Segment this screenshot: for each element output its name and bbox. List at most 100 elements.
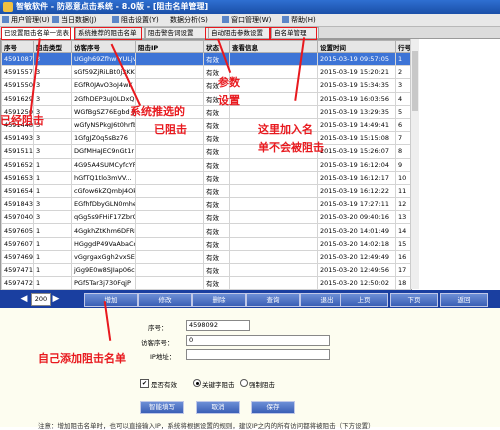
table-row[interactable]: 4597607 1 HGggdP49VaAbaCcf 有效 2015-03-20 14:… [1,236,411,251]
table-row[interactable]: 4597469 1 vGgrgaxGgh2vxSE3 有效 2015-03-20 12:… [1,249,411,265]
annotation-add-manually: 自己添加阻击名单 [38,352,126,365]
table-row[interactable]: 4591843 3 EGfhfDbyGLN0mheS 有效 2015-03-19 17:… [1,197,411,212]
table-cell: 2015-03-20 12:50:02 [317,276,396,290]
table-cell [135,157,204,172]
prev-page-button[interactable]: 上页 [340,293,388,307]
table-cell: 1 [33,262,72,278]
table-row[interactable]: 4597472 1 PGf5Tar3j730FqjP 有效 2015-03-20 12:… [1,276,411,290]
table-cell [135,262,204,278]
back-button[interactable]: 返回 [440,293,488,307]
table-cell: 4591629 [1,91,34,106]
next-page-button[interactable]: 下页 [390,293,438,307]
column-header[interactable]: 阻击IP [135,40,204,53]
table-row[interactable]: 4591511 3 DGfMHaJEC9nGt1r 有效 2015-03-19 15:2… [1,144,411,159]
table-cell: 1 [33,170,72,185]
menu-block-settings[interactable]: 阻击设置(Y) [112,15,159,25]
visitor-field[interactable]: 0 [186,335,330,346]
note-text: 注意：增加阻击名单时，也可以直接输入IP，系统将根据设置的规则，建议IP之内的所… [38,422,375,430]
table-cell: 有效 [203,236,230,251]
data-icon [52,16,59,23]
annotation-box-tab1 [1,27,71,40]
table-cell [229,183,318,199]
ip-field[interactable] [186,349,330,360]
table-cell: 4591087 [1,51,34,67]
table-cell: 2015-03-19 15:26:07 [317,144,396,159]
table-cell: 2015-03-19 16:12:17 [317,170,396,185]
vertical-scrollbar[interactable] [410,39,419,289]
app-icon [3,2,13,12]
ip-label: IP地址： [150,353,176,361]
table-row[interactable]: 4591652 1 4G95A4SUMCyfcYF 有效 2015-03-19 16:1… [1,157,411,172]
table-row[interactable]: 4591493 3 1GfgJZ0q5sBz76 有效 2015-03-19 15:15… [1,131,411,146]
table-cell [229,236,318,251]
table-cell: 2015-03-19 13:29:35 [317,104,396,119]
save-button[interactable]: 保存 [251,401,295,414]
table-cell: 2015-03-19 16:12:22 [317,183,396,199]
menu-bar: 用户管理(U) 当日数据(J) 阻击设置(Y) 数据分析(S) 窗口管理(W) … [0,14,500,27]
table-row[interactable]: 459760514GgkhZtKhm6DFREo 有效 2015-03-20 14:… [1,223,411,238]
table-cell: 4591654 [1,183,34,199]
table-row[interactable]: 4591653 1 hGfTQ1tlo3mVV... 有效 2015-03-19 16:… [1,170,411,185]
force-radio[interactable] [240,379,248,387]
menu-analysis[interactable]: 数据分析(S) [170,15,208,25]
annotation-already-blocked: 已经阻击 [0,114,44,127]
table-cell: 2015-03-19 14:49:41 [317,117,396,133]
next-arrow-icon[interactable]: ▶ [50,293,62,305]
table-row[interactable]: 4591448 3 wGfyNSPkgJ6t0hrfb 有效 2015-03-19 14… [1,117,411,133]
table-cell: 3 [33,65,72,80]
table-row[interactable]: 4591087 3 UGgh69Zfhw YULjvc 有效 2015-03-19 09… [1,51,411,67]
cancel-button[interactable]: 取消 [196,401,240,414]
table-row[interactable]: 4591629 3 2GfhDEP3uJ0LDxQ 有效 2015-03-19 16:0… [1,91,411,106]
table-cell: hGfTQ1tlo3mVV... [71,170,136,185]
annotation-box-tab5 [270,27,317,40]
table-cell: 有效 [203,117,230,133]
table-cell: 有效 [203,210,230,225]
prev-arrow-icon[interactable]: ◀ [18,293,30,305]
table-row[interactable]: 45912503WGfBgSZ76Egbd yxT有效2015-03-19 13… [1,104,411,119]
menu-user[interactable]: 用户管理(U) [2,15,50,25]
column-header[interactable]: 状态 [203,40,230,53]
edit-button[interactable]: 修改 [138,293,192,307]
force-radio-label: 强制阻击 [249,381,275,389]
scroll-thumb[interactable] [412,51,418,111]
delete-button[interactable]: 删除 [192,293,246,307]
table-cell: 4597040 [1,210,34,225]
table-cell [229,249,318,265]
valid-checkbox[interactable]: ✔ [140,379,149,388]
table-cell: 有效 [203,157,230,172]
valid-label: 是否有效 [151,381,177,389]
keyword-radio[interactable] [193,379,201,387]
table-row[interactable]: 4591654 1 cGfow6kZQmbJ4OkC 有效 2015-03-19 16:… [1,183,411,199]
table-cell [135,51,204,67]
column-header[interactable]: 设置时间 [317,40,396,53]
table-cell [229,157,318,172]
tab-warning-words[interactable]: 阻击警告词设置 [145,27,209,39]
search-button[interactable]: 查询 [246,293,300,307]
table-cell: 2015-03-20 12:49:56 [317,262,396,278]
table-cell [135,236,204,251]
help-icon [282,16,289,23]
menu-window[interactable]: 窗口管理(W) [222,15,271,25]
table-cell [135,170,204,185]
column-header[interactable]: 查看信息 [229,40,318,53]
table-cell: 3 [33,51,72,67]
table-row[interactable]: 4591557 3 sGf59ZjRiLBt0j3KK 有效 2015-03-19 15… [1,65,411,80]
menu-help[interactable]: 帮助(H) [282,15,316,25]
column-header[interactable]: 访客序号 [71,40,136,53]
table-cell: PGf5Tar3j730FqjP [71,276,136,290]
table-cell [229,197,318,212]
add-button[interactable]: 增加 [84,293,138,307]
table-cell: 1GfgJZ0q5sBz76 [71,131,136,146]
menu-today-data[interactable]: 当日数据(J) [52,15,97,25]
table-cell [229,223,318,238]
page-input[interactable]: 200 [31,293,51,306]
column-header[interactable]: 序号 [1,40,34,53]
table-cell: wGfyNSPkgJ6t0hrfb [71,117,136,133]
table-row[interactable]: 4597040 3 qGg5s9FHiF17ZbrO 有效 2015-03-20 09:… [1,210,411,225]
table-cell [229,210,318,225]
smart-fill-button[interactable]: 智能填写 [140,401,184,414]
table-row[interactable]: 4591550 3 EGfR0JAvO3oJ4wK 有效 2015-03-19 15:3… [1,78,411,93]
block-list-table[interactable]: 序号 阻击类型 访客序号 阻击IP 状态 查看信息 设置时间 行号 4591087 3 UGgh6… [0,39,412,291]
seq-field[interactable]: 4598092 [186,320,250,331]
table-row[interactable]: 4597471 1 jGg9E0w8SJIap06c 有效 2015-03-20 12:… [1,262,411,278]
